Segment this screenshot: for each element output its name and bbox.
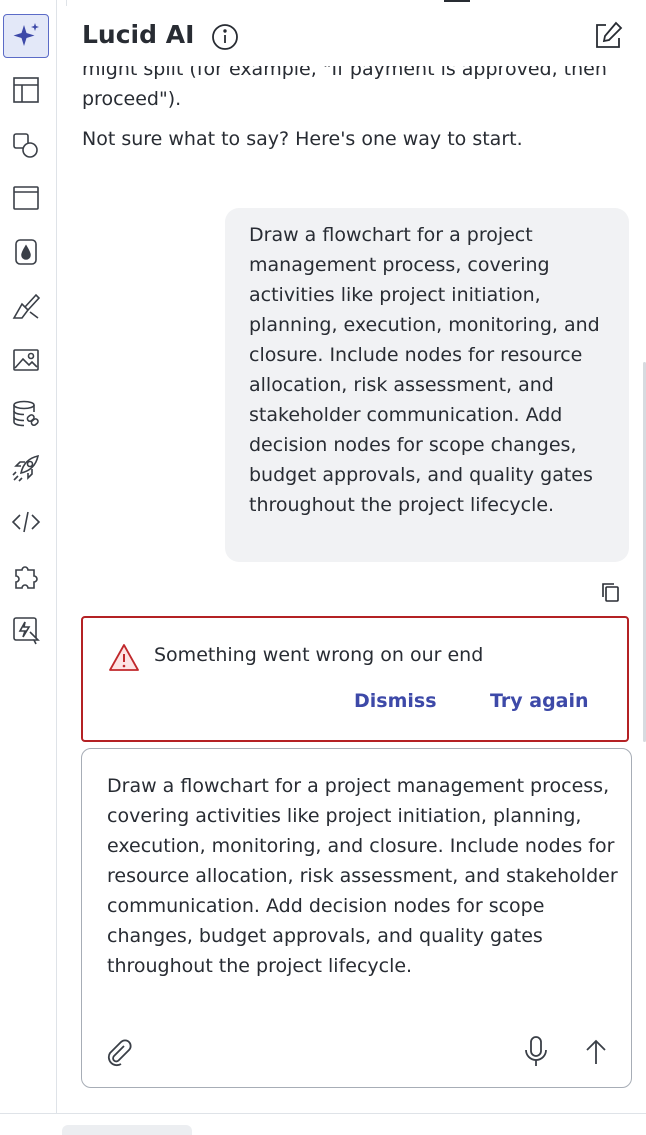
bottom-border [0,1113,646,1114]
rail-image-button[interactable] [3,338,49,382]
copy-icon[interactable] [599,580,621,604]
top-indicator [444,0,470,2]
fill-drop-icon [15,239,37,265]
prompt-composer: Draw a flowchart for a project managemen… [81,748,632,1088]
sparkle-icon [13,23,39,46]
rail-brush-button[interactable] [3,284,49,328]
bottom-page-tab[interactable] [62,1125,192,1135]
prompt-input[interactable]: Draw a flowchart for a project managemen… [107,771,622,1021]
brush-icon [12,293,41,319]
send-arrow-icon[interactable] [582,1037,610,1067]
panel-title: Lucid AI [82,20,195,49]
left-tool-rail [0,0,57,1113]
warning-icon [109,644,139,671]
image-icon [13,349,39,371]
rail-data-button[interactable] [3,392,49,436]
code-icon [11,511,41,533]
error-message: Something went wrong on our end [154,644,484,666]
rail-ai-button[interactable] [3,14,49,58]
user-message-bubble: Draw a flowchart for a project managemen… [225,208,629,562]
shapes-icon [13,133,38,158]
microphone-icon[interactable] [522,1035,550,1069]
rail-fill-button[interactable] [3,230,49,274]
dismiss-button[interactable]: Dismiss [354,690,437,712]
rail-code-button[interactable] [3,500,49,544]
rail-quick-action-button[interactable] [3,608,49,652]
error-banner: Something went wrong on our end Dismiss … [81,616,629,742]
new-chat-edit-icon[interactable] [592,20,624,52]
layout-icon [13,77,39,103]
intro-line: might split (for example, "If payment is… [82,66,607,80]
panel-header: Lucid AI [58,6,646,66]
window-icon [13,186,39,210]
data-link-icon [13,400,39,427]
try-again-button[interactable]: Try again [490,690,589,712]
rail-shapes-button[interactable] [3,122,49,166]
chat-history: might split (for example, "If payment is… [58,66,646,612]
intro-start-prompt: Not sure what to say? Here's one way to … [82,128,523,150]
rail-launch-button[interactable] [3,446,49,490]
rocket-icon [12,454,40,482]
info-icon[interactable] [210,22,240,52]
assistant-intro-text: might split (for example, "If payment is… [82,66,642,114]
quick-action-icon [13,617,40,645]
rail-layout-button[interactable] [3,68,49,112]
rail-container-button[interactable] [3,176,49,220]
attach-paperclip-icon[interactable] [104,1037,134,1067]
intro-line: proceed"). [82,88,182,110]
puzzle-icon [15,566,38,589]
rail-integrations-button[interactable] [3,554,49,598]
